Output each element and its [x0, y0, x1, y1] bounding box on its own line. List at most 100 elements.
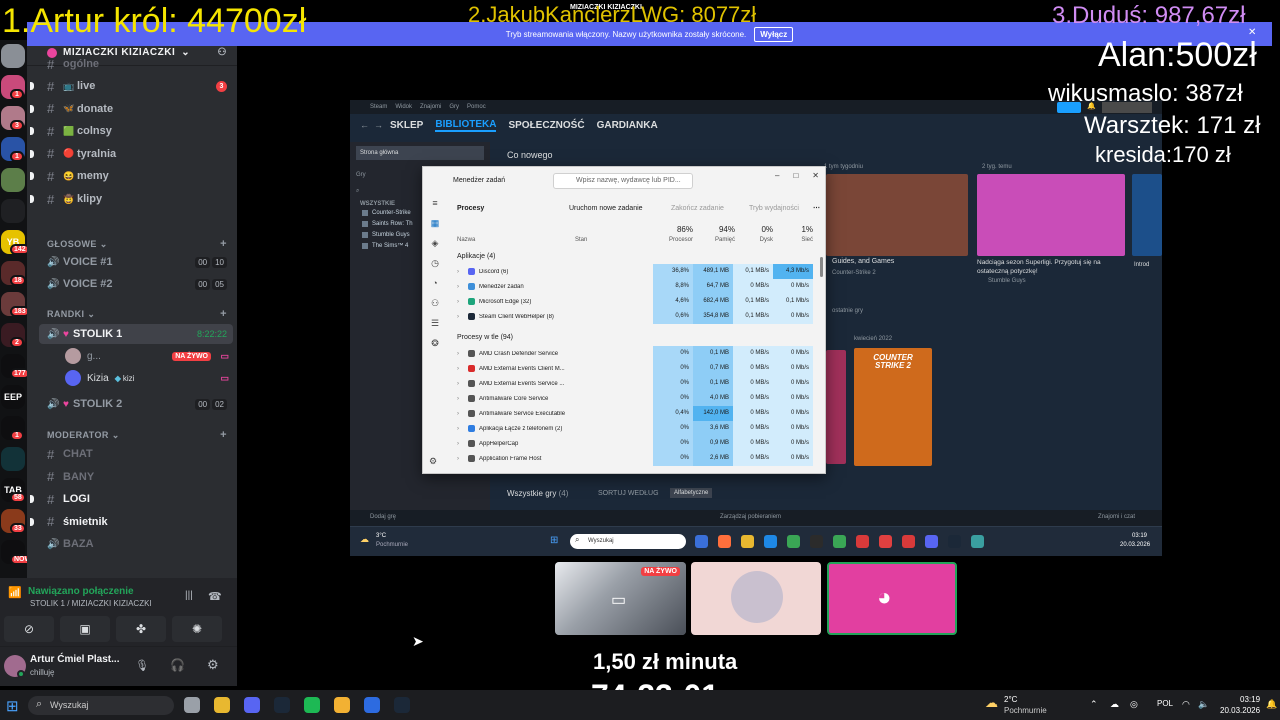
- steam-menu-item[interactable]: Gry: [449, 104, 459, 110]
- wifi-icon[interactable]: ◠: [1182, 699, 1190, 710]
- stream-tile-user[interactable]: [691, 562, 821, 635]
- voice-channel-stolik1[interactable]: 🔊 ♥ STOLIK 1 8:22:22: [39, 324, 233, 344]
- end-task-button[interactable]: Zakończ zadanie: [671, 205, 724, 212]
- col-disk[interactable]: Dysk: [733, 237, 773, 243]
- process-row[interactable]: › Application Frame Host 0% 2,6 MB 0 MB/s 0 M…: [453, 451, 825, 466]
- minimize-icon[interactable]: –: [775, 171, 779, 180]
- microphone-icon[interactable]: 🎙: [135, 659, 149, 672]
- taskbar-app-icon[interactable]: [833, 535, 846, 548]
- steam-nav-tab[interactable]: GARDIANKA: [597, 120, 658, 131]
- expand-chevron-icon[interactable]: ›: [457, 299, 459, 305]
- process-row[interactable]: › AMD Crash Defender Service 0% 0,1 MB 0 MB/…: [453, 346, 825, 361]
- voice-channel[interactable]: 🔊 VOICE #2 00 05: [27, 274, 237, 294]
- channel-live[interactable]: # 📺 live 3: [27, 76, 237, 96]
- channel-mod[interactable]: # śmietnik: [27, 512, 237, 532]
- process-row[interactable]: › Steam Client WebHelper (8) 0,6% 354,8 MB 0…: [453, 309, 825, 324]
- news-card-stumble[interactable]: [977, 174, 1125, 256]
- home-button[interactable]: Strona główna: [356, 146, 484, 160]
- col-net[interactable]: Sieć: [773, 237, 813, 243]
- search-input[interactable]: Wyszukaj: [570, 534, 686, 549]
- process-row[interactable]: › AppHelperCap 0% 0,9 MB 0 MB/s 0 Mb/s: [453, 436, 825, 451]
- channel-memy[interactable]: # 😆 memy: [27, 166, 237, 186]
- taskbar-app-icon[interactable]: [810, 535, 823, 548]
- channel-mod[interactable]: # LOGI: [27, 489, 237, 509]
- server-icon[interactable]: [1, 168, 25, 192]
- category-moderator[interactable]: MODERATOR ⌄ +: [27, 427, 237, 443]
- performance-icon[interactable]: ◈: [423, 233, 447, 253]
- language-indicator[interactable]: POL: [1157, 699, 1173, 708]
- voice-channel[interactable]: 🔊 VOICE #1 00 10: [27, 252, 237, 272]
- steam-menu-item[interactable]: Steam: [370, 104, 387, 110]
- taskbar-app-icon[interactable]: [787, 535, 800, 548]
- activities-button[interactable]: ✤: [116, 616, 166, 642]
- windows-start-icon[interactable]: ⊞: [6, 697, 19, 715]
- taskbar-app-icon[interactable]: [948, 535, 961, 548]
- noise-icon[interactable]: |||: [185, 590, 193, 601]
- server-icon[interactable]: EEP: [1, 385, 25, 409]
- taskbar-app-icon[interactable]: [394, 697, 410, 713]
- process-row[interactable]: › Menedżer zadań 8,8% 64,7 MB 0 MB/s 0 Mb/s: [453, 279, 825, 294]
- voice-member[interactable]: Kizia ◆ kizi ▭: [27, 368, 237, 388]
- steam-menu-item[interactable]: Znajomi: [420, 104, 441, 110]
- game-tile[interactable]: [826, 350, 846, 464]
- add-channel-icon[interactable]: +: [220, 429, 227, 441]
- col-cpu[interactable]: Procesor: [653, 237, 693, 243]
- add-channel-icon[interactable]: +: [220, 238, 227, 250]
- voice-channel[interactable]: STOLIK 1 / MIZIACZKI KIZIACZKI: [30, 599, 152, 608]
- gear-icon[interactable]: ⚙: [207, 657, 219, 673]
- taskbar-app-icon[interactable]: [902, 535, 915, 548]
- col-status[interactable]: Stan: [575, 237, 587, 243]
- steam-nav-tab[interactable]: SKLEP: [390, 120, 423, 131]
- server-icon[interactable]: [1, 447, 25, 471]
- taskbar-app-icon[interactable]: [244, 697, 260, 713]
- category-randki[interactable]: RANDKI ⌄ +: [27, 306, 237, 322]
- add-game-button[interactable]: Dodaj grę: [370, 514, 396, 520]
- bg-section-header[interactable]: Procesy w tle (94): [457, 330, 513, 345]
- taskbar-app-icon[interactable]: [741, 535, 754, 548]
- process-row[interactable]: › Aplikacja Łącze z telefonem (2) 0% 3,6 MB…: [453, 421, 825, 436]
- search-input[interactable]: Wyszukaj: [28, 696, 174, 715]
- taskbar-app-icon[interactable]: [334, 697, 350, 713]
- more-icon[interactable]: ⋯: [813, 204, 820, 212]
- voice-channel-stolik2[interactable]: 🔊 ♥ STOLIK 2 00 02: [27, 394, 237, 414]
- screen-share-stream[interactable]: Steam Widok Znajomi Gry Pomoc 🔔 ← → SKLEP BIB…: [350, 100, 1162, 556]
- steam-menu-item[interactable]: Pomoc: [467, 104, 486, 110]
- steam-icon[interactable]: ◎: [1130, 699, 1138, 710]
- expand-chevron-icon[interactable]: ›: [457, 351, 459, 357]
- channel-ogolne[interactable]: # ogólne: [27, 54, 237, 74]
- efficiency-mode-button[interactable]: Tryb wydajności: [749, 205, 799, 212]
- volume-icon[interactable]: 🔈: [1198, 699, 1209, 710]
- gear-icon[interactable]: ⚙: [429, 456, 437, 467]
- users-icon[interactable]: ⚇: [423, 293, 447, 313]
- scrollbar[interactable]: [820, 257, 823, 277]
- taskbar-app-icon[interactable]: [274, 697, 290, 713]
- taskbar-app-icon[interactable]: [364, 697, 380, 713]
- history-icon[interactable]: ◷: [423, 253, 447, 273]
- channel-tyralnia[interactable]: # 🔴 tyralnia: [27, 144, 237, 164]
- expand-chevron-icon[interactable]: ›: [457, 426, 459, 432]
- chevron-up-icon[interactable]: ⌃: [1090, 699, 1098, 710]
- channel-mod[interactable]: # CHAT: [27, 444, 237, 464]
- hamburger-icon[interactable]: ≡: [423, 193, 447, 213]
- game-tile-cs2[interactable]: COUNTER STRIKE 2: [854, 348, 932, 466]
- apps-section-header[interactable]: Aplikacje (4): [457, 249, 496, 264]
- expand-chevron-icon[interactable]: ›: [457, 314, 459, 320]
- camera-off-button[interactable]: ⊘: [4, 616, 54, 642]
- taskbar-app-icon[interactable]: [925, 535, 938, 548]
- taskbar-app-icon[interactable]: [718, 535, 731, 548]
- soundboard-button[interactable]: ✺: [172, 616, 222, 642]
- process-row[interactable]: › AMD External Events Service ... 0% 0,1 MB…: [453, 376, 825, 391]
- taskbar-app-icon[interactable]: [184, 697, 200, 713]
- taskbar-app-icon[interactable]: [695, 535, 708, 548]
- disconnect-icon[interactable]: ☎: [208, 590, 222, 603]
- stream-tile-screen[interactable]: NA ŻYWO ▭: [555, 562, 686, 635]
- steam-nav-tab[interactable]: BIBLIOTEKA: [435, 119, 497, 132]
- channel-donate[interactable]: # 🦋 donate: [27, 99, 237, 119]
- forward-arrow-icon[interactable]: →: [374, 120, 383, 130]
- expand-chevron-icon[interactable]: ›: [457, 456, 459, 462]
- steam-nav-tab[interactable]: SPOŁECZNOŚĆ: [508, 120, 584, 131]
- startup-icon[interactable]: ◔: [423, 273, 447, 293]
- process-row[interactable]: › Microsoft Edge (32) 4,6% 682,4 MB 0,1 MB/s…: [453, 294, 825, 309]
- process-row[interactable]: › AMD External Events Client M... 0% 0,7 MB…: [453, 361, 825, 376]
- col-mem[interactable]: Pamięć: [695, 237, 735, 243]
